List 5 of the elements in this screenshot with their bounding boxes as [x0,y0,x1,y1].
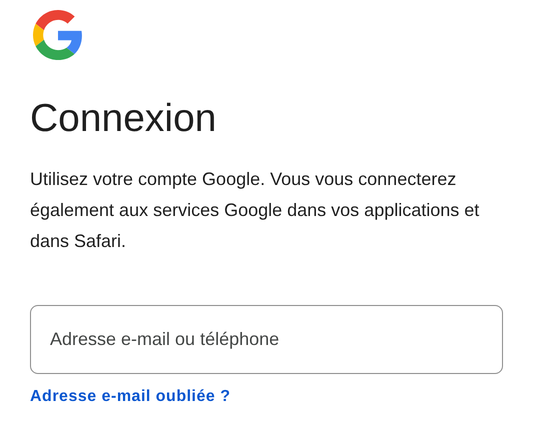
logo [33,10,83,60]
description: Utilisez votre compte Google. Vous vous connecterez également aux services Google dans vos applications et dans Safari. [30,168,480,253]
forgot-email-link[interactable]: Adresse e-mail oubliée ? [30,388,231,405]
email-field[interactable]: Adresse e-mail ou téléphone [30,305,503,374]
page-title: Connexion [30,96,218,142]
